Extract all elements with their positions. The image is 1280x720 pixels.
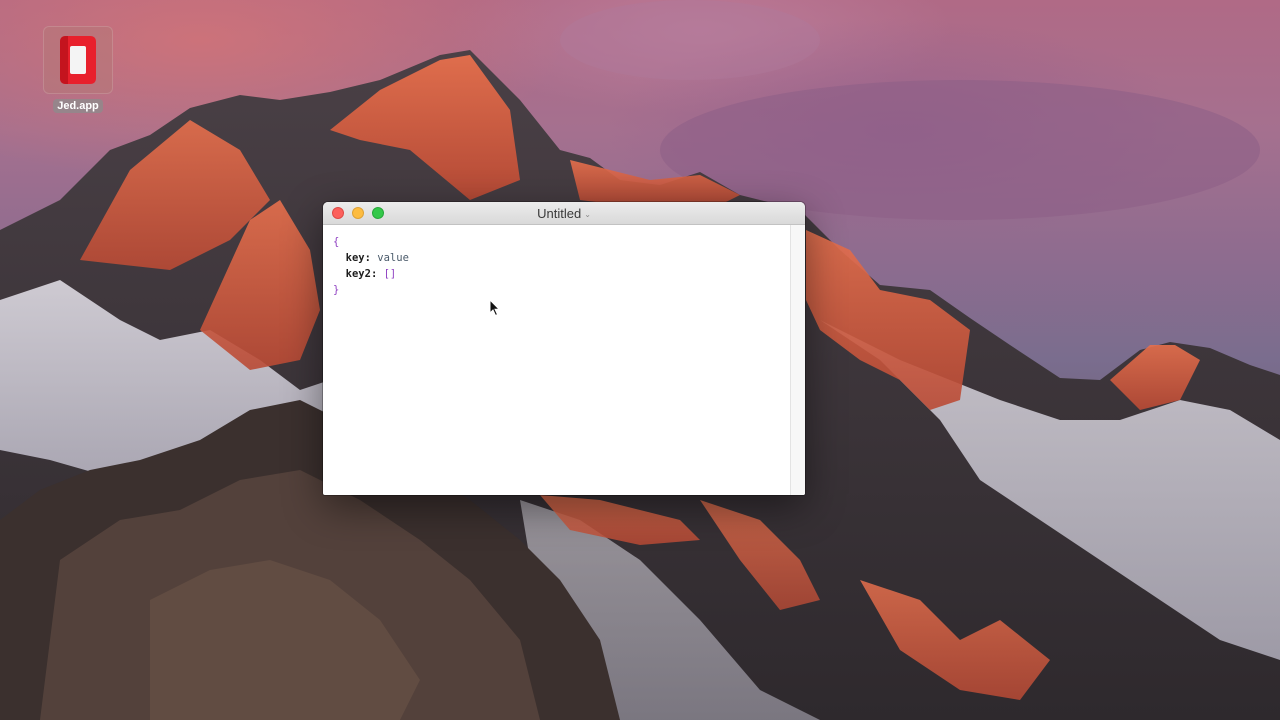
json-value: value	[377, 252, 409, 264]
open-brace: {	[333, 236, 340, 248]
json-array-value: []	[383, 268, 397, 280]
desktop: Jed.app Untitled ⌄ { key: value key2: []…	[0, 0, 1280, 720]
editor-line: key2: []	[333, 266, 791, 282]
text-editor[interactable]: { key: value key2: [] }	[323, 225, 791, 495]
close-button[interactable]	[332, 207, 344, 219]
editor-window: Untitled ⌄ { key: value key2: [] }	[323, 202, 805, 495]
editor-line: key: value	[333, 250, 791, 266]
desktop-icon-jed[interactable]: Jed.app	[42, 26, 114, 113]
minimize-button[interactable]	[352, 207, 364, 219]
colon: :	[370, 268, 378, 280]
close-brace: }	[333, 284, 340, 296]
window-title[interactable]: Untitled ⌄	[537, 206, 591, 221]
mouse-pointer-icon	[489, 298, 501, 322]
title-bar[interactable]: Untitled ⌄	[323, 202, 805, 225]
window-title-text: Untitled	[537, 205, 582, 221]
json-key: key2	[345, 268, 371, 280]
editor-line: }	[333, 282, 791, 298]
json-key: key	[345, 252, 365, 264]
vertical-scrollbar[interactable]	[790, 225, 805, 495]
editor-line: {	[333, 234, 791, 250]
jed-app-icon	[43, 26, 113, 94]
window-controls	[332, 207, 384, 219]
desktop-icon-label: Jed.app	[53, 99, 103, 113]
colon: :	[364, 252, 371, 264]
chevron-down-icon: ⌄	[584, 209, 591, 219]
zoom-button[interactable]	[372, 207, 384, 219]
